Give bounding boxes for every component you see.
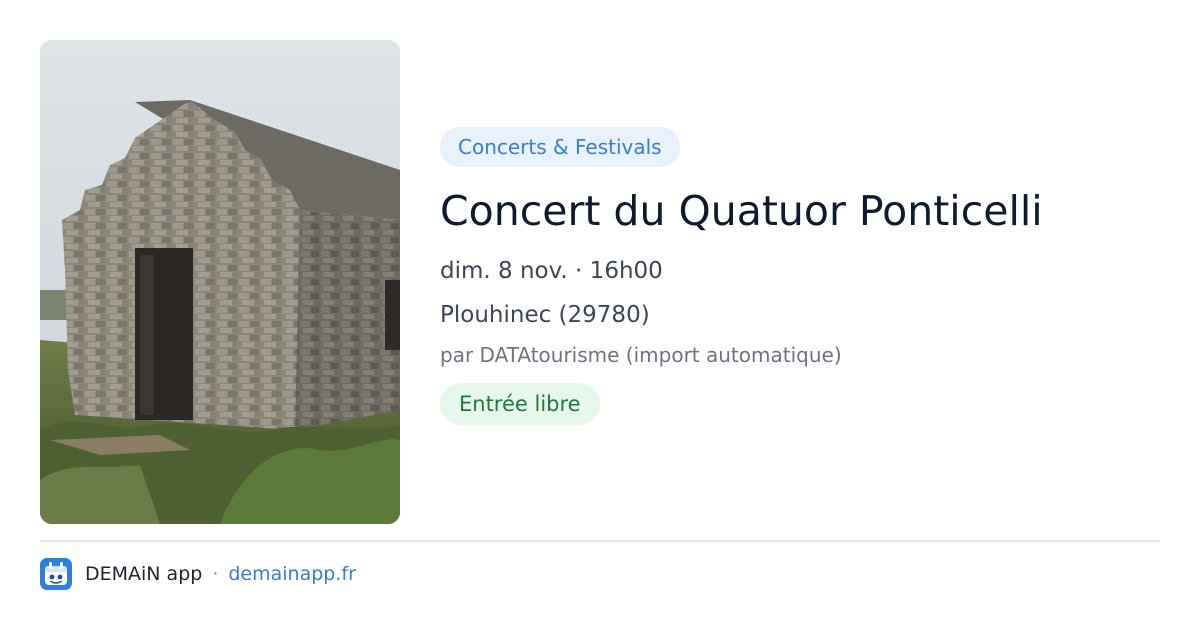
footer-separator: · bbox=[212, 563, 219, 585]
app-url-link[interactable]: demainapp.fr bbox=[228, 563, 356, 585]
event-photo bbox=[40, 40, 400, 524]
event-info: Concerts & Festivals Concert du Quatuor … bbox=[440, 127, 1160, 425]
footer-divider bbox=[40, 540, 1160, 542]
category-badge[interactable]: Concerts & Festivals bbox=[440, 127, 680, 167]
price-badge: Entrée libre bbox=[440, 383, 600, 425]
event-datetime: dim. 8 nov. · 16h00 bbox=[440, 258, 663, 284]
event-card: Concerts & Festivals Concert du Quatuor … bbox=[0, 0, 1200, 630]
calendar-bot-icon bbox=[40, 558, 72, 590]
footer: DEMAiN app · demainapp.fr bbox=[40, 558, 356, 590]
event-title: Concert du Quatuor Ponticelli bbox=[440, 187, 1043, 235]
event-organizer: par DATAtourisme (import automatique) bbox=[440, 343, 842, 367]
event-location: Plouhinec (29780) bbox=[440, 302, 650, 328]
app-name: DEMAiN app bbox=[85, 563, 203, 585]
